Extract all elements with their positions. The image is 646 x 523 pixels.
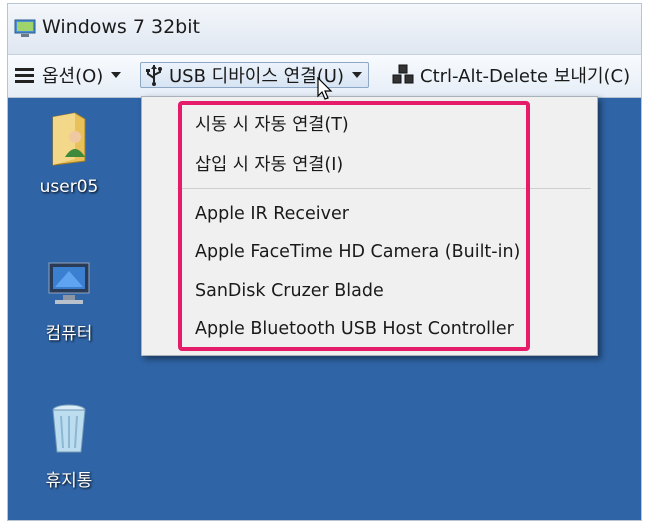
menu-item-device[interactable]: Apple IR Receiver (195, 204, 349, 224)
computer-icon (48, 262, 90, 304)
menu-item-device[interactable]: SanDisk Cruzer Blade (195, 281, 384, 301)
vm-window: Windows 7 32bit 옵션(O) USB 디바이스 연결(U) Ctr… (7, 3, 642, 521)
ctrl-alt-delete-label: Ctrl-Alt-Delete 보내기(C) (420, 66, 631, 87)
ctrl-alt-delete-button[interactable]: Ctrl-Alt-Delete 보내기(C) (392, 62, 630, 88)
vm-app-icon (14, 19, 36, 37)
desktop-icon-computer[interactable]: 컴퓨터 (29, 259, 109, 344)
hamburger-icon (15, 68, 34, 83)
mouse-cursor-icon (317, 77, 333, 100)
chevron-down-icon (351, 72, 362, 78)
menu-item-auto-connect-startup[interactable]: 시동 시 자동 연결(T) (195, 111, 349, 136)
menu-item-device[interactable]: Apple FaceTime HD Camera (Built-in) (195, 242, 520, 262)
desktop-icon-recycle-bin[interactable]: 휴지통 (29, 402, 109, 491)
keyboard-keys-icon (392, 64, 414, 84)
options-menu-button[interactable]: 옵션(O) (14, 62, 123, 88)
usb-icon (146, 65, 162, 86)
recycle-bin-icon (52, 404, 86, 453)
menu-item-auto-connect-insert[interactable]: 삽입 시 자동 연결(I) (195, 151, 343, 176)
chevron-down-icon (111, 72, 122, 78)
window-title: Windows 7 32bit (42, 16, 200, 38)
desktop-icon-user05[interactable]: user05 (29, 111, 109, 197)
desktop-icon-label: 휴지통 (45, 471, 93, 491)
desktop-icon-label: user05 (39, 177, 99, 197)
menu-separator (177, 188, 591, 189)
menu-item-device[interactable]: Apple Bluetooth USB Host Controller (195, 319, 514, 339)
desktop-icon-label: 컴퓨터 (45, 324, 93, 344)
usb-device-connect-button[interactable]: USB 디바이스 연결(U) (140, 62, 369, 88)
usb-device-dropdown-menu: 시동 시 자동 연결(T) 삽입 시 자동 연결(I) Apple IR Rec… (141, 96, 598, 356)
title-bar: Windows 7 32bit (8, 4, 641, 55)
user-folder-icon (52, 112, 86, 166)
options-label: 옵션(O) (42, 66, 104, 87)
